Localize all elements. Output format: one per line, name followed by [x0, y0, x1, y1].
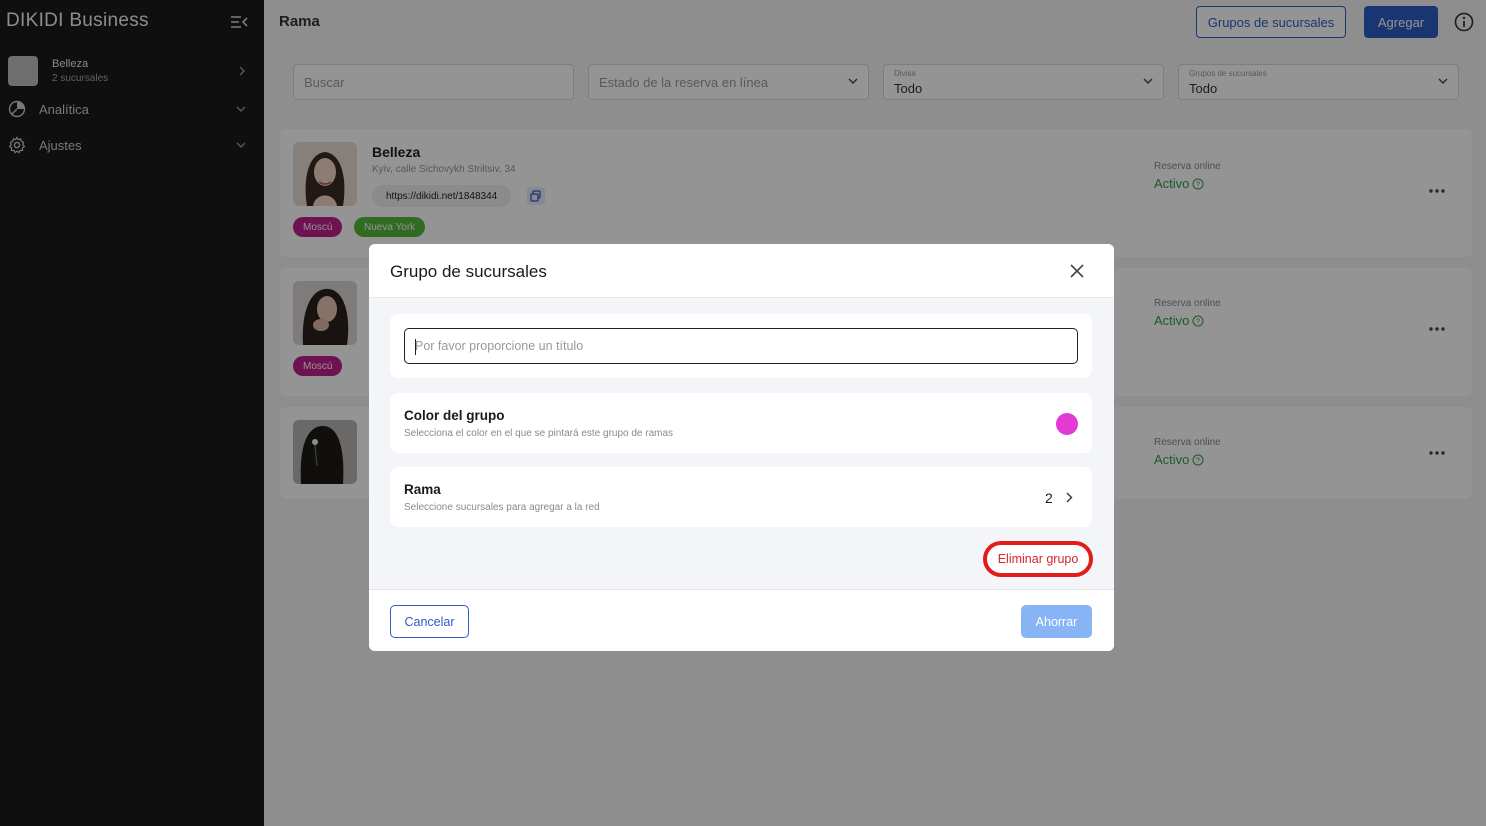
modal-title: Grupo de sucursales — [390, 262, 547, 281]
save-button[interactable]: Ahorrar — [1021, 605, 1092, 638]
close-icon[interactable] — [1069, 263, 1085, 279]
chevron-right-icon — [1066, 492, 1073, 503]
group-title-placeholder: Por favor proporcione un título — [415, 339, 584, 353]
branch-group-modal: Grupo de sucursales Por favor proporcion… — [369, 244, 1114, 651]
group-color-subtitle: Selecciona el color en el que se pintará… — [404, 428, 674, 439]
group-color-row[interactable]: Color del grupo Selecciona el color en e… — [390, 393, 1092, 453]
branch-selection-row[interactable]: Rama Seleccione sucursales para agregar … — [390, 467, 1092, 527]
modal-header: Grupo de sucursales — [369, 244, 1114, 298]
group-color-title: Color del grupo — [404, 408, 505, 423]
title-panel: Por favor proporcione un título — [390, 314, 1092, 378]
modal-footer: Cancelar Ahorrar — [369, 589, 1114, 651]
selected-branch-count: 2 — [1045, 490, 1053, 506]
delete-group-button[interactable]: Eliminar grupo — [983, 541, 1093, 577]
cancel-button[interactable]: Cancelar — [390, 605, 469, 638]
group-title-input[interactable]: Por favor proporcione un título — [404, 328, 1078, 364]
branch-selection-subtitle: Seleccione sucursales para agregar a la … — [404, 502, 600, 513]
branch-selection-title: Rama — [404, 482, 441, 497]
group-color-swatch[interactable] — [1056, 413, 1078, 435]
